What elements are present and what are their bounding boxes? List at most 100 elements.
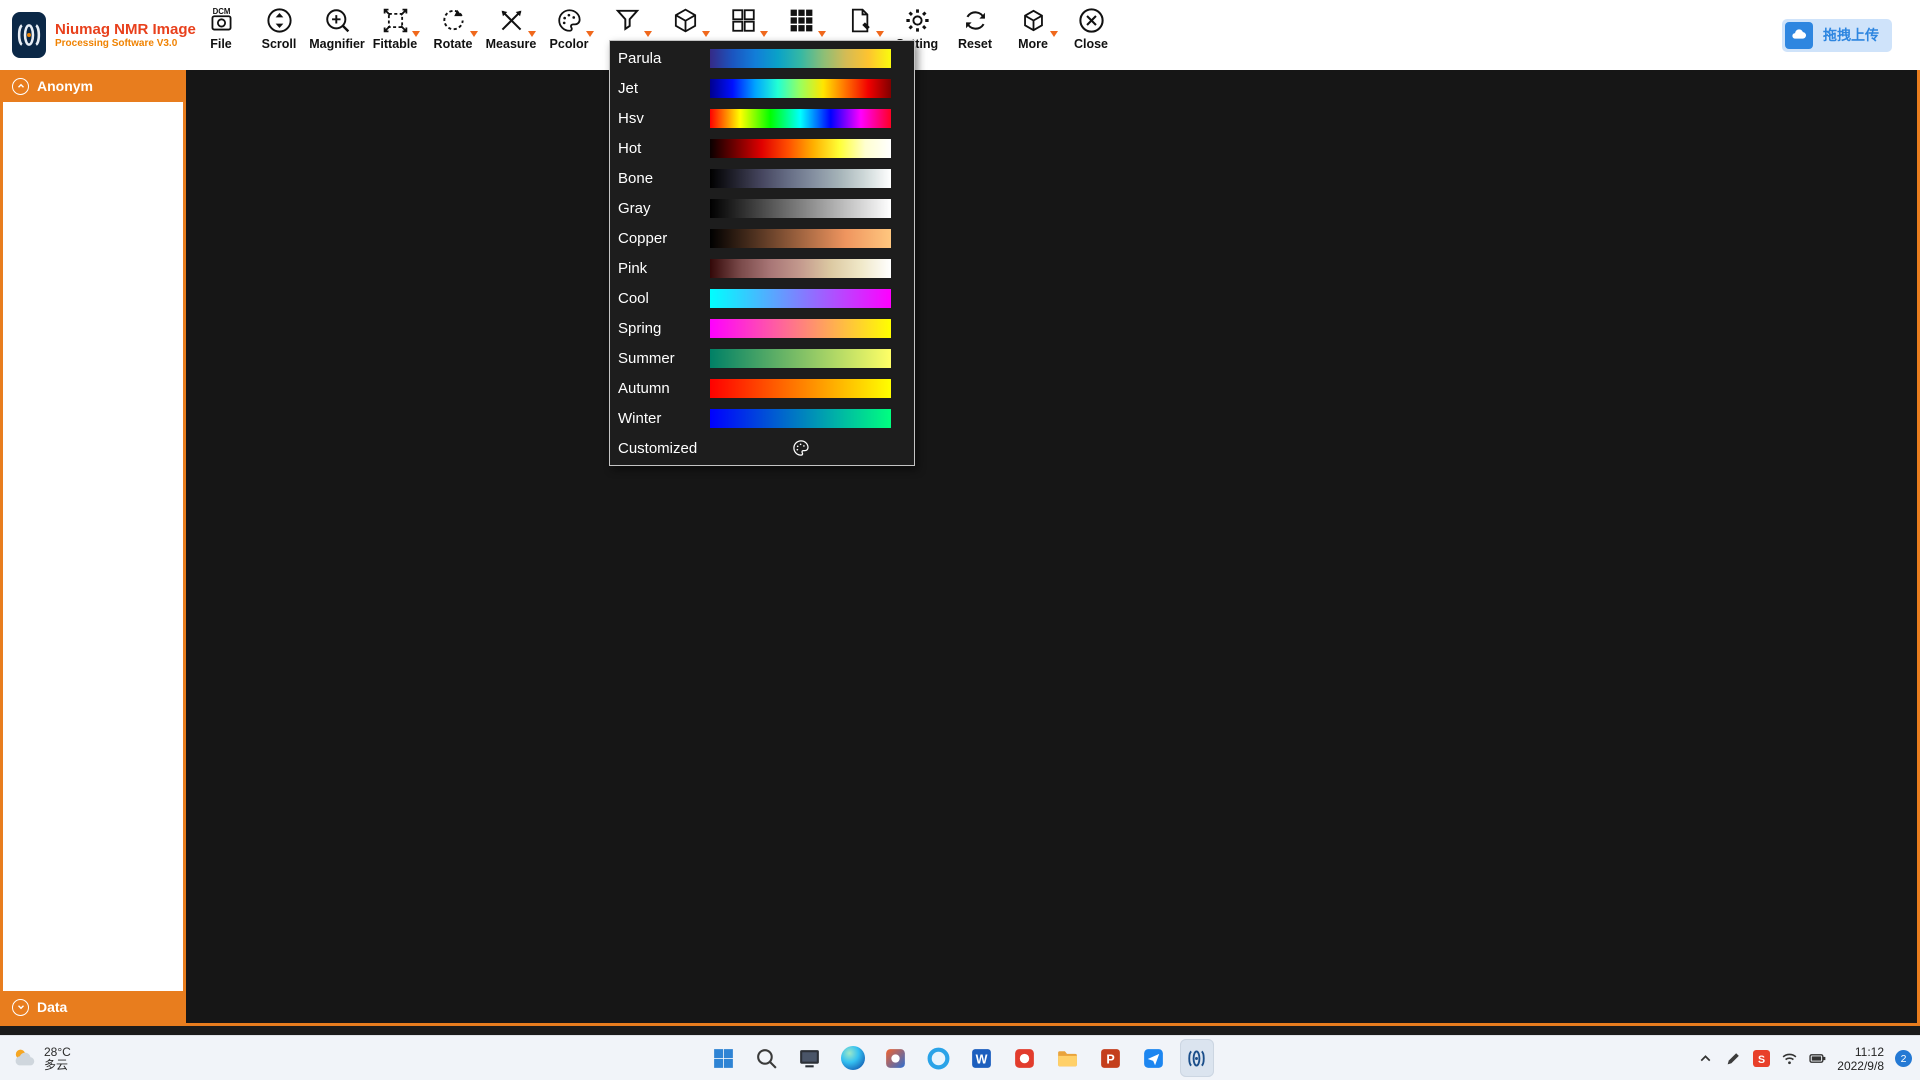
toolbar-button-label: Reset xyxy=(958,37,992,51)
toolbar-button-close[interactable]: Close xyxy=(1064,0,1118,70)
dropdown-caret-icon xyxy=(470,31,478,37)
toolbar-button-label: Measure xyxy=(486,37,537,51)
taskbar-app-search[interactable] xyxy=(750,1039,784,1077)
magnifier-icon xyxy=(322,5,352,35)
setting-icon xyxy=(902,5,932,35)
niumag-logo-icon xyxy=(12,12,46,58)
colormap-gradient xyxy=(710,169,891,188)
tray-pen-icon[interactable] xyxy=(1725,1050,1742,1067)
colormap-item-label: Gray xyxy=(618,200,710,217)
sidebar-panel-data[interactable]: Data xyxy=(3,991,183,1023)
colormap-item-label: Autumn xyxy=(618,380,710,397)
colormap-item-label: Spring xyxy=(618,320,710,337)
sidebar: Anonym Data xyxy=(3,70,186,1023)
taskbar-app-red-app[interactable] xyxy=(1008,1039,1042,1077)
toolbar-button-file[interactable]: DCM File xyxy=(194,0,248,70)
filter-icon xyxy=(612,5,642,35)
colormap-item-label: Summer xyxy=(618,350,710,367)
rotate-icon xyxy=(438,5,468,35)
colormap-gradient xyxy=(710,109,891,128)
palette-icon xyxy=(710,438,891,458)
clock-date: 2022/9/8 xyxy=(1837,1059,1884,1073)
colormap-item-label: Winter xyxy=(618,410,710,427)
taskbar-apps: WP xyxy=(707,1039,1214,1077)
toolbar-button-measure[interactable]: Measure xyxy=(484,0,538,70)
app-brand: Niumag NMR Image Processing Software V3.… xyxy=(0,0,194,70)
main-canvas xyxy=(186,70,1917,1023)
toolbar-button-reset[interactable]: Reset xyxy=(948,0,1002,70)
toolbar-button-label: File xyxy=(210,37,232,51)
svg-text:S: S xyxy=(1758,1054,1765,1066)
toolbar-button-fittable[interactable]: Fittable xyxy=(368,0,422,70)
taskbar-app-powerpoint[interactable]: P xyxy=(1094,1039,1128,1077)
notification-badge[interactable]: 2 xyxy=(1895,1050,1912,1067)
toolbar-button-pcolor[interactable]: Pcolor xyxy=(542,0,596,70)
sidebar-panel-anonym-label: Anonym xyxy=(37,78,93,94)
sidebar-body xyxy=(3,102,183,991)
colormap-item-customized[interactable]: Customized xyxy=(610,433,914,463)
taskbar-app-utility[interactable] xyxy=(879,1039,913,1077)
toolbar-button-scroll[interactable]: Scroll xyxy=(252,0,306,70)
colormap-item-label: Hot xyxy=(618,140,710,157)
tray-wifi-icon[interactable] xyxy=(1781,1050,1798,1067)
sidebar-panel-data-label: Data xyxy=(37,999,67,1015)
colormap-item-label: Copper xyxy=(618,230,710,247)
toolbar-button-label: Scroll xyxy=(262,37,297,51)
chevron-up-circle-icon xyxy=(12,78,29,95)
colormap-item-bone[interactable]: Bone xyxy=(610,163,914,193)
colormap-item-gray[interactable]: Gray xyxy=(610,193,914,223)
taskbar-app-blue-app[interactable] xyxy=(1137,1039,1171,1077)
colormap-item-hot[interactable]: Hot xyxy=(610,133,914,163)
colormap-item-pink[interactable]: Pink xyxy=(610,253,914,283)
colormap-item-winter[interactable]: Winter xyxy=(610,403,914,433)
tray-battery-icon[interactable] xyxy=(1809,1050,1826,1067)
toolbar-button-label: Fittable xyxy=(373,37,417,51)
more-icon xyxy=(1018,5,1048,35)
colormap-item-copper[interactable]: Copper xyxy=(610,223,914,253)
system-tray: S 11:12 2022/9/8 2 xyxy=(1697,1036,1912,1080)
tray-ime-icon[interactable]: S xyxy=(1753,1050,1770,1067)
workspace: Anonym Data xyxy=(0,70,1920,1026)
taskbar-app-explorer[interactable] xyxy=(793,1039,827,1077)
report-icon xyxy=(844,5,874,35)
desktop xyxy=(0,1026,1920,1035)
cloud-upload-icon xyxy=(1785,22,1813,49)
toolbar-button-magnifier[interactable]: Magnifier xyxy=(310,0,364,70)
colormap-item-autumn[interactable]: Autumn xyxy=(610,373,914,403)
drag-upload-label: 拖拽上传 xyxy=(1813,25,1889,45)
colormap-item-label: Hsv xyxy=(618,110,710,127)
toolbar-button-rotate[interactable]: Rotate xyxy=(426,0,480,70)
colormap-item-cool[interactable]: Cool xyxy=(610,283,914,313)
pcolor-icon xyxy=(554,5,584,35)
screen: Niumag NMR Image Processing Software V3.… xyxy=(0,0,1920,1080)
app-title-block: Niumag NMR Image Processing Software V3.… xyxy=(55,21,196,50)
colormap-item-label: Bone xyxy=(618,170,710,187)
taskbar-weather[interactable]: 28°C 多云 xyxy=(10,1036,71,1080)
colormap-item-summer[interactable]: Summer xyxy=(610,343,914,373)
colormap-menu: Parula Jet Hsv Hot Bone Gray Copper PinkCool Spr… xyxy=(609,40,915,466)
colormap-gradient xyxy=(710,229,891,248)
grid-icon xyxy=(786,5,816,35)
toolbar-button-label: More xyxy=(1018,37,1048,51)
colormap-item-spring[interactable]: Spring xyxy=(610,313,914,343)
tray-chevron-up-icon[interactable] xyxy=(1697,1050,1714,1067)
colormap-item-jet[interactable]: Jet xyxy=(610,73,914,103)
svg-text:W: W xyxy=(976,1052,988,1066)
sidebar-panel-anonym[interactable]: Anonym xyxy=(3,70,183,102)
drag-upload-button[interactable]: 拖拽上传 xyxy=(1782,19,1892,52)
colormap-gradient xyxy=(710,319,891,338)
taskbar-app-edge[interactable] xyxy=(836,1039,870,1077)
toolbar-button-more[interactable]: More xyxy=(1006,0,1060,70)
colormap-item-label: Jet xyxy=(618,80,710,97)
taskbar-app-circle-app[interactable] xyxy=(922,1039,956,1077)
app-subtitle: Processing Software V3.0 xyxy=(55,38,196,50)
colormap-item-parula[interactable]: Parula xyxy=(610,43,914,73)
taskbar-app-word[interactable]: W xyxy=(965,1039,999,1077)
taskbar-app-niumag[interactable] xyxy=(1180,1039,1214,1077)
taskbar-app-folder[interactable] xyxy=(1051,1039,1085,1077)
taskbar-app-start[interactable] xyxy=(707,1039,741,1077)
scroll-icon xyxy=(264,5,294,35)
colormap-item-hsv[interactable]: Hsv xyxy=(610,103,914,133)
taskbar-clock[interactable]: 11:12 2022/9/8 xyxy=(1837,1045,1884,1073)
svg-text:DCM: DCM xyxy=(212,7,230,16)
